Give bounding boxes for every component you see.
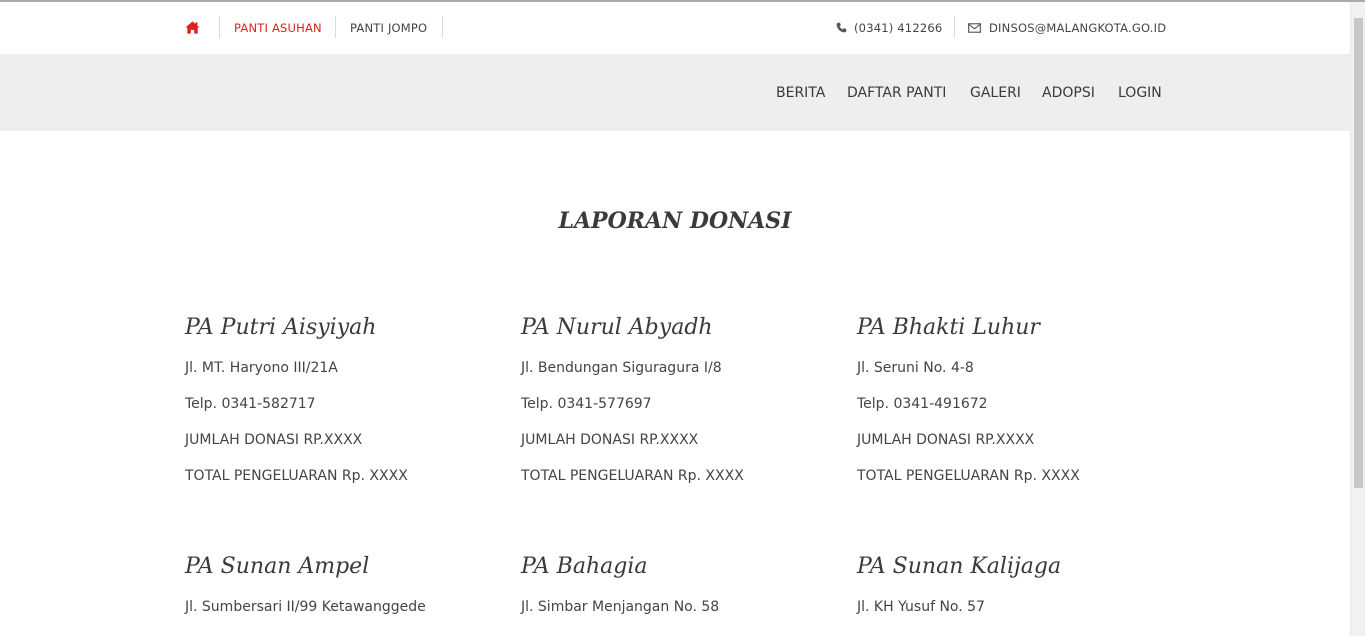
separator — [219, 16, 220, 38]
orphanage-card: PA Sunan Ampel Jl. Sumbersari II/99 Keta… — [185, 552, 505, 625]
donation-total: JUMLAH DONASI RP.XXXX — [521, 432, 699, 448]
page-title: LAPORAN DONASI — [558, 208, 792, 234]
orphanage-name: PA Sunan Ampel — [185, 554, 370, 579]
separator — [442, 16, 443, 38]
orphanage-phone: Telp. 0341-582717 — [185, 396, 316, 412]
topbar-link-panti-jompo[interactable]: PANTI JOMPO — [350, 21, 427, 35]
orphanage-address: Jl. Bendungan Siguragura I/8 — [521, 360, 722, 376]
orphanage-address: Jl. Sumbersari II/99 Ketawanggede — [185, 599, 426, 615]
home-icon[interactable] — [185, 20, 200, 35]
top-bar: PANTI ASUHAN PANTI JOMPO (0341) 412266 D… — [0, 2, 1350, 54]
topbar-phone: (0341) 412266 — [854, 21, 943, 35]
orphanage-name: PA Nurul Abyadh — [521, 315, 713, 340]
separator — [954, 16, 955, 38]
orphanage-card: PA Sunan Kalijaga Jl. KH Yusuf No. 57 — [857, 552, 1177, 625]
scrollbar-thumb[interactable] — [1354, 18, 1363, 488]
orphanage-address: Jl. Seruni No. 4-8 — [857, 360, 974, 376]
nav-item-galeri[interactable]: GALERI — [970, 85, 1021, 101]
donation-total: JUMLAH DONASI RP.XXXX — [185, 432, 363, 448]
orphanage-name: PA Bhakti Luhur — [857, 315, 1040, 340]
orphanage-address: Jl. MT. Haryono III/21A — [185, 360, 338, 376]
nav-item-berita[interactable]: BERITA — [776, 85, 825, 101]
expense-total: TOTAL PENGELUARAN Rp. XXXX — [185, 468, 408, 484]
nav-item-adopsi[interactable]: ADOPSI — [1042, 85, 1095, 101]
orphanage-card: PA Bahagia Jl. Simbar Menjangan No. 58 — [521, 552, 841, 625]
orphanage-address: Jl. Simbar Menjangan No. 58 — [521, 599, 720, 615]
separator — [335, 16, 336, 38]
orphanage-phone: Telp. 0341-491672 — [857, 396, 988, 412]
orphanage-address: Jl. KH Yusuf No. 57 — [857, 599, 985, 615]
topbar-email[interactable]: DINSOS@MALANGKOTA.GO.ID — [989, 21, 1166, 35]
orphanage-name: PA Bahagia — [521, 554, 648, 579]
vertical-scrollbar[interactable] — [1350, 2, 1365, 636]
orphanage-card: PA Putri Aisyiyah Jl. MT. Haryono III/21… — [185, 313, 505, 494]
nav-item-login[interactable]: LOGIN — [1118, 85, 1162, 101]
expense-total: TOTAL PENGELUARAN Rp. XXXX — [521, 468, 744, 484]
donation-total: JUMLAH DONASI RP.XXXX — [857, 432, 1035, 448]
orphanage-card: PA Nurul Abyadh Jl. Bendungan Siguragura… — [521, 313, 841, 494]
nav-item-daftar-panti[interactable]: DAFTAR PANTI — [847, 85, 946, 101]
orphanage-card: PA Bhakti Luhur Jl. Seruni No. 4-8 Telp.… — [857, 313, 1177, 494]
phone-icon — [836, 22, 847, 33]
main-navbar: BERITA DAFTAR PANTI GALERI ADOPSI LOGIN — [0, 54, 1350, 131]
expense-total: TOTAL PENGELUARAN Rp. XXXX — [857, 468, 1080, 484]
orphanage-name: PA Sunan Kalijaga — [857, 554, 1062, 579]
orphanage-name: PA Putri Aisyiyah — [185, 315, 377, 340]
envelope-icon — [968, 23, 981, 33]
topbar-link-panti-asuhan[interactable]: PANTI ASUHAN — [234, 21, 322, 35]
orphanage-phone: Telp. 0341-577697 — [521, 396, 652, 412]
